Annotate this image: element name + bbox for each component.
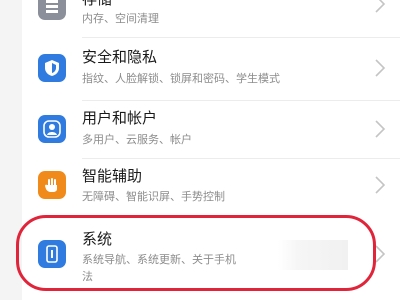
user-icon: [38, 115, 66, 143]
settings-item-title: 安全和隐私: [82, 48, 158, 66]
settings-item-subtitle: 内存、空间清理: [82, 12, 159, 25]
settings-item-subtitle: 指纹、人脸解锁、锁屏和密码、学生模式: [82, 72, 280, 85]
storage-icon: [38, 0, 66, 20]
settings-item-subtitle: 无障碍、智能识屏、手势控制: [82, 190, 225, 203]
settings-item-title: 用户和帐户: [82, 109, 158, 127]
chevron-right-icon: [375, 176, 386, 194]
settings-item-assist[interactable]: 智能辅助 无障碍、智能识屏、手势控制: [22, 159, 400, 213]
settings-item-storage[interactable]: 存储 内存、空间清理: [22, 0, 400, 34]
chevron-right-icon: [375, 120, 386, 138]
settings-item-subtitle: 多用户、云服务、帐户: [82, 133, 192, 146]
settings-item-title: 存储: [82, 0, 112, 9]
chevron-right-icon: [375, 59, 386, 77]
highlight-annotation: [16, 215, 376, 291]
settings-item-title: 智能辅助: [82, 167, 143, 185]
hand-icon: [38, 171, 66, 199]
settings-item-security[interactable]: 安全和隐私 指纹、人脸解锁、锁屏和密码、学生模式: [22, 38, 400, 94]
shield-icon: [38, 54, 66, 82]
settings-item-accounts[interactable]: 用户和帐户 多用户、云服务、帐户: [22, 101, 400, 161]
chevron-right-icon: [375, 0, 386, 13]
